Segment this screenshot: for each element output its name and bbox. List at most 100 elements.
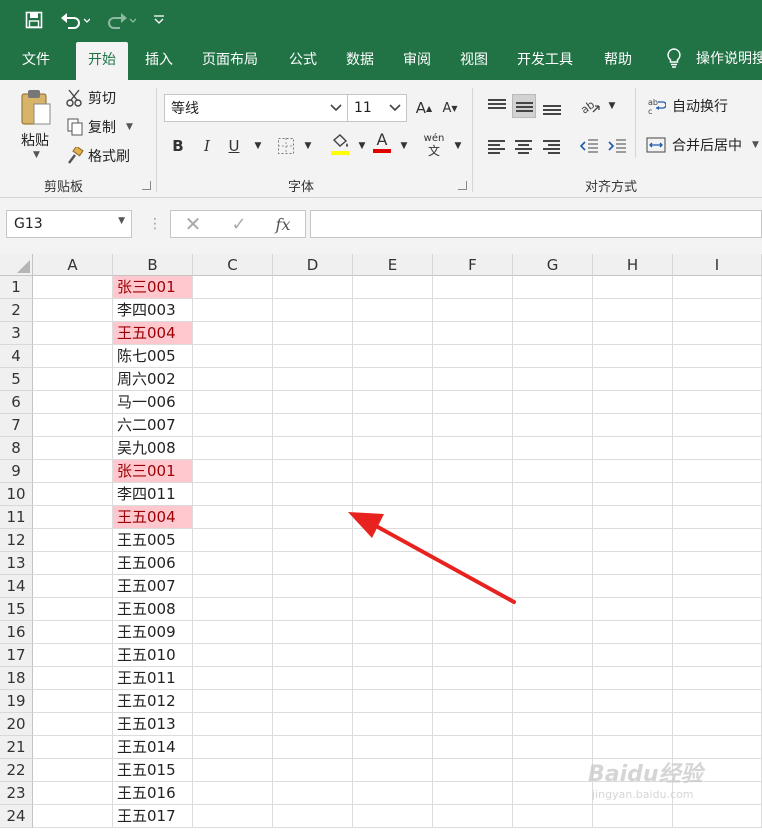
undo-icon[interactable] <box>58 8 92 32</box>
cell-c12[interactable] <box>193 529 273 552</box>
cell-d8[interactable] <box>273 437 353 460</box>
cell-c4[interactable] <box>193 345 273 368</box>
cell-h12[interactable] <box>593 529 673 552</box>
cell-f23[interactable] <box>433 782 513 805</box>
row-header[interactable]: 1 <box>0 276 33 299</box>
cell-i11[interactable] <box>673 506 762 529</box>
row-header[interactable]: 6 <box>0 391 33 414</box>
cell-e7[interactable] <box>353 414 433 437</box>
cell-f4[interactable] <box>433 345 513 368</box>
cell-e13[interactable] <box>353 552 433 575</box>
align-middle-icon[interactable] <box>512 94 536 118</box>
cell-f10[interactable] <box>433 483 513 506</box>
cell-b17[interactable]: 王五010 <box>113 644 193 667</box>
cell-c23[interactable] <box>193 782 273 805</box>
cell-c1[interactable] <box>193 276 273 299</box>
cell-b13[interactable]: 王五006 <box>113 552 193 575</box>
cell-a15[interactable] <box>33 598 113 621</box>
cell-d2[interactable] <box>273 299 353 322</box>
cell-i1[interactable] <box>673 276 762 299</box>
cell-e2[interactable] <box>353 299 433 322</box>
cell-g23[interactable] <box>513 782 593 805</box>
cell-a20[interactable] <box>33 713 113 736</box>
cell-c3[interactable] <box>193 322 273 345</box>
column-header-b[interactable]: B <box>113 254 193 276</box>
cell-f5[interactable] <box>433 368 513 391</box>
row-header[interactable]: 17 <box>0 644 33 667</box>
cell-i14[interactable] <box>673 575 762 598</box>
row-header[interactable]: 8 <box>0 437 33 460</box>
cell-a7[interactable] <box>33 414 113 437</box>
cell-e11[interactable] <box>353 506 433 529</box>
cell-g1[interactable] <box>513 276 593 299</box>
cell-g21[interactable] <box>513 736 593 759</box>
cell-f18[interactable] <box>433 667 513 690</box>
cell-c6[interactable] <box>193 391 273 414</box>
cell-g22[interactable] <box>513 759 593 782</box>
cell-f22[interactable] <box>433 759 513 782</box>
cell-i24[interactable] <box>673 805 762 828</box>
cell-f2[interactable] <box>433 299 513 322</box>
tell-me-search[interactable]: 操作说明搜 <box>666 48 762 68</box>
cell-a11[interactable] <box>33 506 113 529</box>
cell-h17[interactable] <box>593 644 673 667</box>
cell-i4[interactable] <box>673 345 762 368</box>
cell-i18[interactable] <box>673 667 762 690</box>
tab-help[interactable]: 帮助 <box>604 40 632 80</box>
cell-b19[interactable]: 王五012 <box>113 690 193 713</box>
row-header[interactable]: 11 <box>0 506 33 529</box>
cell-a24[interactable] <box>33 805 113 828</box>
cell-b22[interactable]: 王五015 <box>113 759 193 782</box>
bold-button[interactable]: B <box>166 134 190 158</box>
underline-dropdown-icon[interactable]: ▼ <box>246 134 270 158</box>
cell-i8[interactable] <box>673 437 762 460</box>
align-center-icon[interactable] <box>512 134 536 158</box>
cell-b6[interactable]: 马一006 <box>113 391 193 414</box>
name-box[interactable]: G13 ▼ <box>6 210 132 238</box>
increase-indent-icon[interactable] <box>605 134 629 158</box>
cell-d21[interactable] <box>273 736 353 759</box>
orientation-icon[interactable]: ab <box>578 94 602 118</box>
borders-icon[interactable] <box>274 134 298 158</box>
cell-h3[interactable] <box>593 322 673 345</box>
align-bottom-icon[interactable] <box>540 94 564 118</box>
cell-d5[interactable] <box>273 368 353 391</box>
cell-d7[interactable] <box>273 414 353 437</box>
cell-d16[interactable] <box>273 621 353 644</box>
cell-b24[interactable]: 王五017 <box>113 805 193 828</box>
paste-dropdown-icon[interactable]: ▼ <box>33 150 40 160</box>
cell-e18[interactable] <box>353 667 433 690</box>
cell-f1[interactable] <box>433 276 513 299</box>
cell-f17[interactable] <box>433 644 513 667</box>
redo-icon[interactable] <box>104 8 138 32</box>
row-header[interactable]: 16 <box>0 621 33 644</box>
cell-g16[interactable] <box>513 621 593 644</box>
cell-g2[interactable] <box>513 299 593 322</box>
cell-a13[interactable] <box>33 552 113 575</box>
cell-h1[interactable] <box>593 276 673 299</box>
select-all-corner[interactable] <box>0 254 33 276</box>
cell-i3[interactable] <box>673 322 762 345</box>
cell-d22[interactable] <box>273 759 353 782</box>
cell-c9[interactable] <box>193 460 273 483</box>
row-header[interactable]: 7 <box>0 414 33 437</box>
cell-d10[interactable] <box>273 483 353 506</box>
font-color-dropdown-icon[interactable]: ▼ <box>392 134 416 158</box>
tab-view[interactable]: 视图 <box>460 40 488 80</box>
cell-b11[interactable]: 王五004 <box>113 506 193 529</box>
cell-e3[interactable] <box>353 322 433 345</box>
cell-i19[interactable] <box>673 690 762 713</box>
wrap-text-button[interactable]: ab c 自动换行 <box>648 96 728 116</box>
cell-a18[interactable] <box>33 667 113 690</box>
cell-e21[interactable] <box>353 736 433 759</box>
customize-toolbar-icon[interactable] <box>150 8 168 32</box>
clipboard-launcher-icon[interactable] <box>142 181 151 190</box>
column-header-h[interactable]: H <box>593 254 673 276</box>
cell-g4[interactable] <box>513 345 593 368</box>
row-header[interactable]: 14 <box>0 575 33 598</box>
cell-f24[interactable] <box>433 805 513 828</box>
cell-e19[interactable] <box>353 690 433 713</box>
cell-g19[interactable] <box>513 690 593 713</box>
align-top-icon[interactable] <box>485 94 509 118</box>
cell-d4[interactable] <box>273 345 353 368</box>
